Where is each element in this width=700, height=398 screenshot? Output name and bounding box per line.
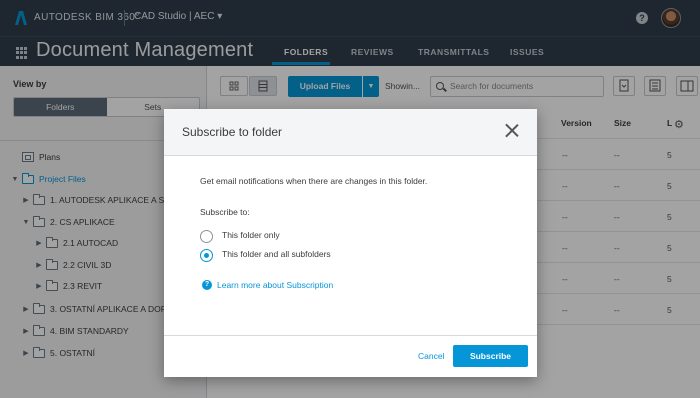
question-icon: ? xyxy=(202,280,212,290)
dialog-header: Subscribe to folder xyxy=(164,109,537,156)
dialog-footer-divider xyxy=(164,335,537,336)
learn-more-link[interactable]: Learn more about Subscription xyxy=(217,280,333,290)
subscribe-to-label: Subscribe to: xyxy=(200,207,250,217)
subscribe-button[interactable]: Subscribe xyxy=(453,345,528,367)
radio-folder-only[interactable] xyxy=(200,230,213,243)
radio-label-folder-and-subfolders[interactable]: This folder and all subfolders xyxy=(222,249,331,259)
radio-folder-and-subfolders[interactable] xyxy=(200,249,213,262)
subscribe-dialog: Subscribe to folder Get email notificati… xyxy=(164,109,537,377)
close-icon[interactable] xyxy=(505,123,519,137)
radio-label-folder-only[interactable]: This folder only xyxy=(222,230,280,240)
cancel-button[interactable]: Cancel xyxy=(418,351,444,361)
dialog-description: Get email notifications when there are c… xyxy=(200,176,428,186)
dialog-title: Subscribe to folder xyxy=(182,125,283,139)
